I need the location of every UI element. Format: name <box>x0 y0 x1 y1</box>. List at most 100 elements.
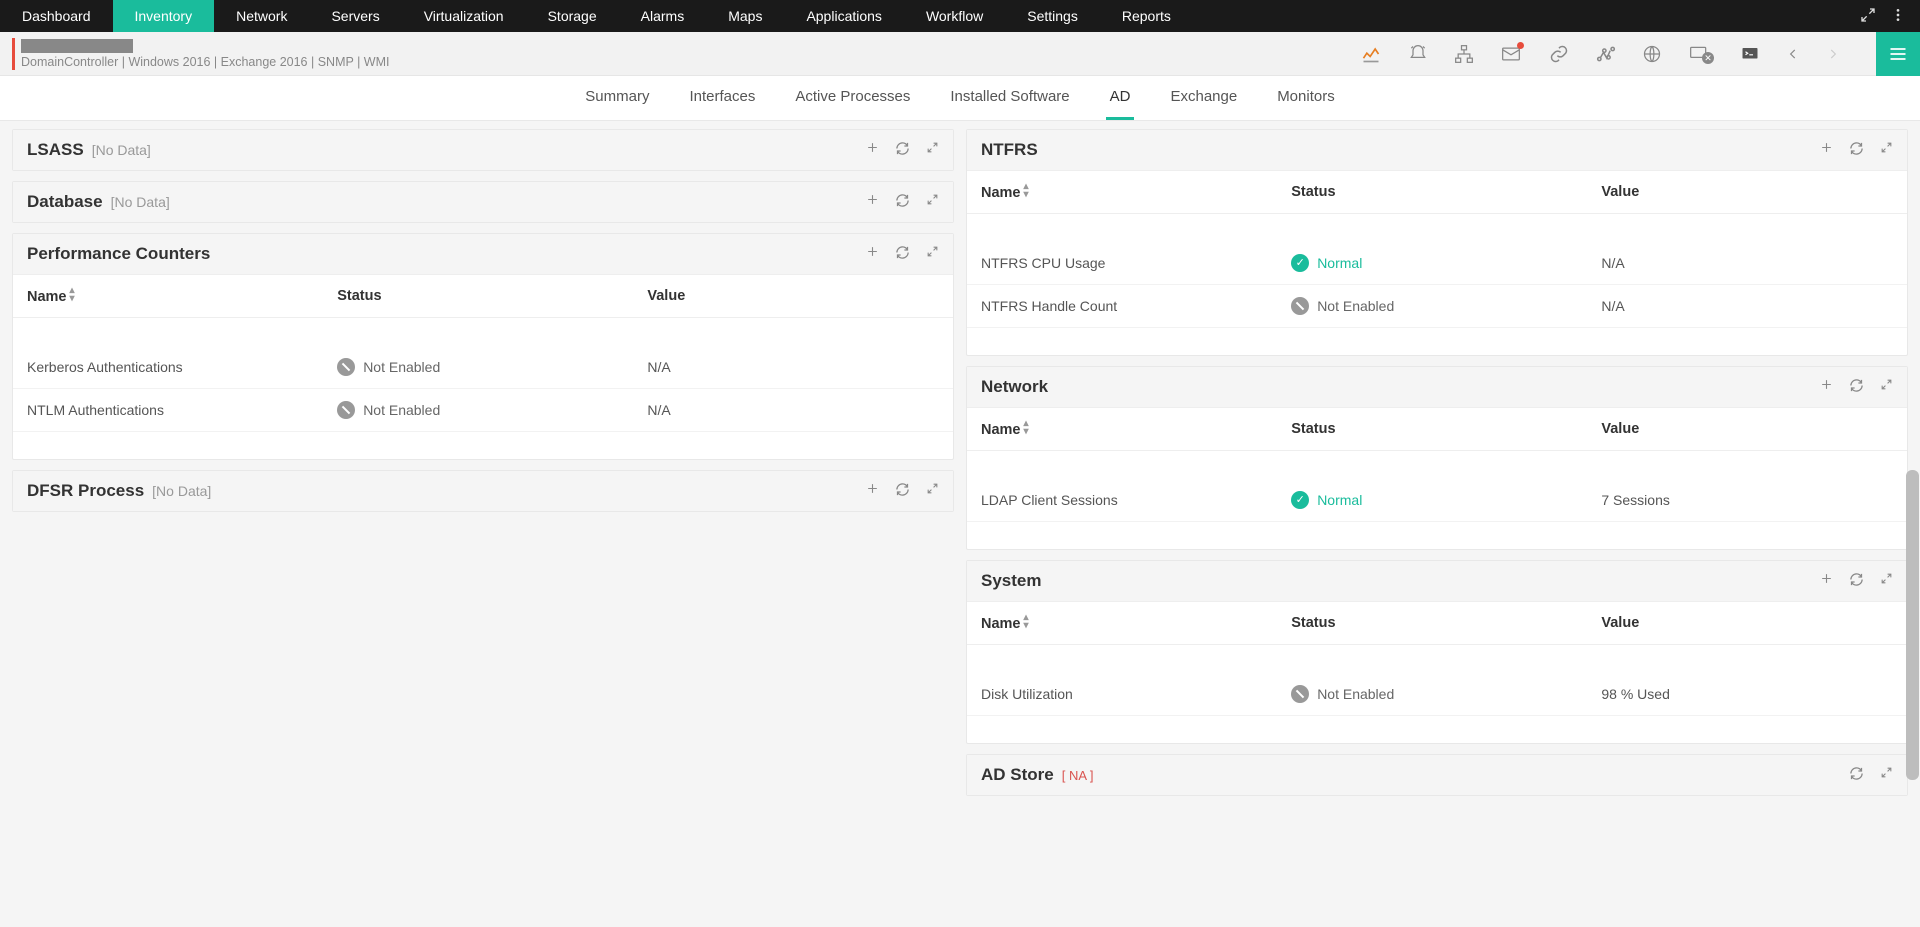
panel-lsass: LSASS[No Data] <box>12 129 954 171</box>
expand-icon[interactable] <box>926 193 939 211</box>
monitor-disabled-icon[interactable]: ✕ <box>1688 44 1714 64</box>
nav-maps[interactable]: Maps <box>706 0 784 32</box>
bell-icon[interactable] <box>1408 44 1428 64</box>
collapse-icon[interactable] <box>1860 7 1876 26</box>
expand-icon[interactable] <box>1880 572 1893 590</box>
add-icon[interactable] <box>1820 141 1833 159</box>
panel-header: Network <box>967 367 1907 408</box>
nav-storage[interactable]: Storage <box>526 0 619 32</box>
tab-monitors[interactable]: Monitors <box>1273 76 1339 120</box>
tab-active-processes[interactable]: Active Processes <box>791 76 914 120</box>
panel-header: Database[No Data] <box>13 182 953 222</box>
globe-icon[interactable] <box>1642 44 1662 64</box>
add-icon[interactable] <box>1820 378 1833 396</box>
expand-icon[interactable] <box>1880 378 1893 396</box>
add-icon[interactable] <box>866 245 879 263</box>
expand-icon[interactable] <box>926 141 939 159</box>
panel-header: LSASS[No Data] <box>13 130 953 170</box>
col-value[interactable]: Value <box>1587 408 1907 451</box>
table-row: Kerberos AuthenticationsNot EnabledN/A <box>13 346 953 389</box>
panel-tag: [ NA ] <box>1062 768 1094 783</box>
check-circle-icon: ✓ <box>1291 254 1309 272</box>
content-area: LSASS[No Data] Database[No Data] Performan… <box>0 121 1920 808</box>
graph-icon[interactable] <box>1596 44 1616 64</box>
refresh-icon[interactable] <box>1849 572 1864 590</box>
col-value[interactable]: Value <box>1587 171 1907 214</box>
refresh-icon[interactable] <box>895 141 910 159</box>
col-name[interactable]: Name▴▾ <box>967 408 1277 451</box>
expand-icon[interactable] <box>926 482 939 500</box>
more-vertical-icon[interactable] <box>1890 7 1906 26</box>
col-status[interactable]: Status <box>323 275 633 318</box>
add-icon[interactable] <box>1820 572 1833 590</box>
right-column: NTFRSName▴▾StatusValueNTFRS CPU Usage✓No… <box>966 129 1908 796</box>
device-subtitle: DomainController | Windows 2016 | Exchan… <box>21 55 389 69</box>
link-icon[interactable] <box>1548 44 1570 64</box>
topology-icon[interactable] <box>1454 44 1474 64</box>
terminal-icon[interactable] <box>1740 45 1760 63</box>
refresh-icon[interactable] <box>895 193 910 211</box>
nav-workflow[interactable]: Workflow <box>904 0 1005 32</box>
refresh-icon[interactable] <box>1849 766 1864 784</box>
panel-actions <box>1820 378 1893 396</box>
table-row: Disk UtilizationNot Enabled98 % Used <box>967 673 1907 716</box>
panel-title: Performance Counters <box>27 244 210 264</box>
tab-summary[interactable]: Summary <box>581 76 653 120</box>
secondary-header: DomainController | Windows 2016 | Exchan… <box>0 32 1920 76</box>
col-value[interactable]: Value <box>1587 602 1907 645</box>
metric-name: Disk Utilization <box>967 673 1277 716</box>
metrics-table: Name▴▾StatusValue Disk UtilizationNot Ena… <box>967 602 1907 743</box>
panel-actions <box>866 482 939 500</box>
table-row: LDAP Client Sessions✓Normal7 Sessions <box>967 479 1907 522</box>
panel-title: AD Store <box>981 765 1054 785</box>
metric-name: NTFRS CPU Usage <box>967 242 1277 285</box>
nav-virtualization[interactable]: Virtualization <box>402 0 526 32</box>
nav-network[interactable]: Network <box>214 0 309 32</box>
col-name[interactable]: Name▴▾ <box>967 171 1277 214</box>
scrollbar-thumb[interactable] <box>1906 470 1919 780</box>
panel-header: NTFRS <box>967 130 1907 171</box>
col-name[interactable]: Name▴▾ <box>967 602 1277 645</box>
col-value[interactable]: Value <box>633 275 953 318</box>
prev-icon[interactable] <box>1786 45 1800 63</box>
add-icon[interactable] <box>866 193 879 211</box>
refresh-icon[interactable] <box>895 245 910 263</box>
panel-header: System <box>967 561 1907 602</box>
table-row: NTFRS CPU Usage✓NormalN/A <box>967 242 1907 285</box>
chart-icon[interactable] <box>1360 44 1382 64</box>
expand-icon[interactable] <box>926 245 939 263</box>
subnav-tabs: Summary Interfaces Active Processes Install… <box>0 76 1920 121</box>
status-text: Normal <box>1317 255 1362 271</box>
nav-settings[interactable]: Settings <box>1005 0 1100 32</box>
col-status[interactable]: Status <box>1277 602 1587 645</box>
expand-icon[interactable] <box>1880 141 1893 159</box>
status-text: Normal <box>1317 492 1362 508</box>
nav-dashboard[interactable]: Dashboard <box>0 0 113 32</box>
nav-alarms[interactable]: Alarms <box>619 0 707 32</box>
refresh-icon[interactable] <box>1849 378 1864 396</box>
tab-ad[interactable]: AD <box>1106 76 1135 120</box>
metric-value: 98 % Used <box>1587 673 1907 716</box>
nav-reports[interactable]: Reports <box>1100 0 1193 32</box>
col-status[interactable]: Status <box>1277 171 1587 214</box>
nav-applications[interactable]: Applications <box>784 0 904 32</box>
panel-ntfrs: NTFRSName▴▾StatusValue NTFRS CPU Usage ✓ No… <box>966 129 1908 356</box>
tab-interfaces[interactable]: Interfaces <box>685 76 759 120</box>
col-status[interactable]: Status <box>1277 408 1587 451</box>
refresh-icon[interactable] <box>1849 141 1864 159</box>
refresh-icon[interactable] <box>895 482 910 500</box>
nav-servers[interactable]: Servers <box>309 0 401 32</box>
hamburger-button[interactable] <box>1876 32 1920 76</box>
add-icon[interactable] <box>866 141 879 159</box>
expand-icon[interactable] <box>1880 766 1893 784</box>
nav-inventory[interactable]: Inventory <box>113 0 215 32</box>
panel-database: Database[No Data] <box>12 181 954 223</box>
tab-installed-software[interactable]: Installed Software <box>946 76 1073 120</box>
metric-value: 7 Sessions <box>1587 479 1907 522</box>
col-name[interactable]: Name▴▾ <box>13 275 323 318</box>
add-icon[interactable] <box>866 482 879 500</box>
mail-icon[interactable] <box>1500 44 1522 64</box>
panel-title: DFSR Process <box>27 481 144 501</box>
tab-exchange[interactable]: Exchange <box>1166 76 1241 120</box>
disabled-icon <box>337 358 355 376</box>
